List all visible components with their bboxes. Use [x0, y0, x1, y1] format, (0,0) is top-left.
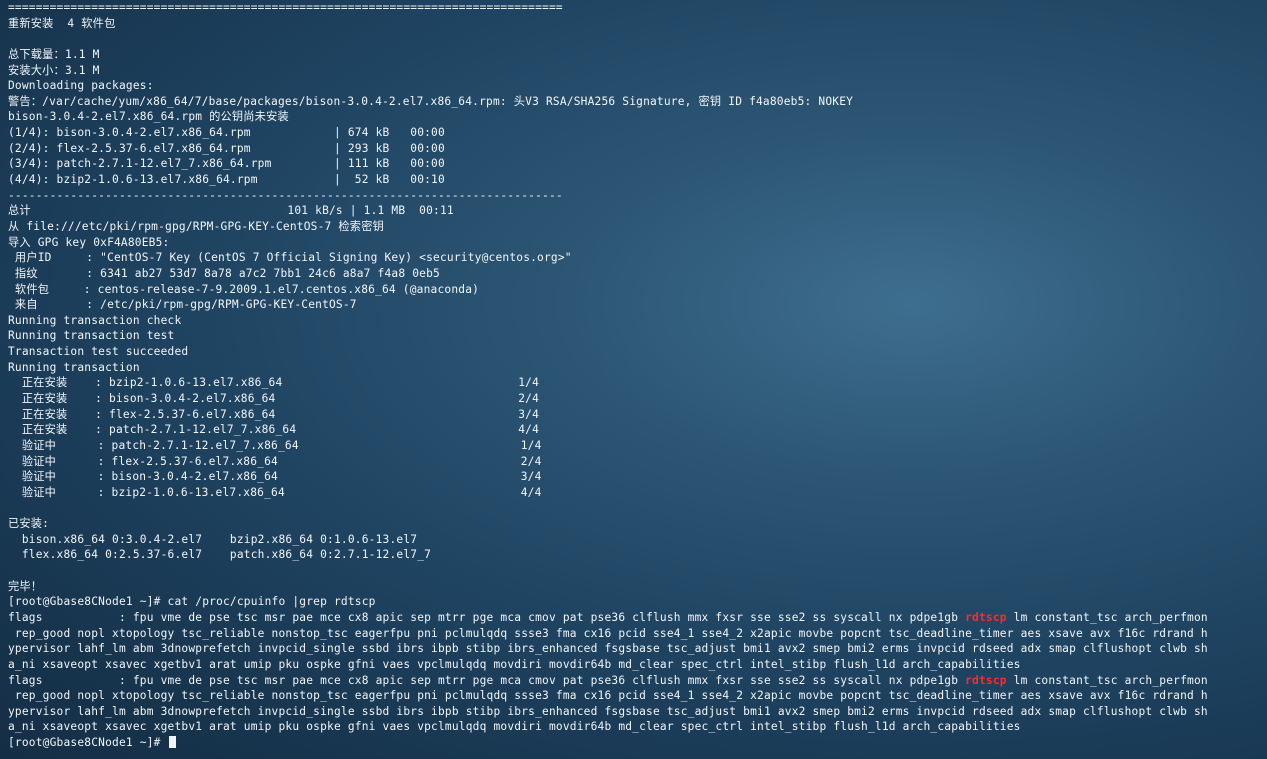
text-cursor — [168, 736, 176, 749]
terminal-line: a_ni xsaveopt xsavec xgetbv1 arat umip p… — [8, 720, 1021, 734]
terminal-line: a_ni xsaveopt xsavec xgetbv1 arat umip p… — [8, 657, 1021, 671]
terminal-line: 重新安装 4 软件包 — [8, 16, 116, 30]
terminal-line: (2/4): flex-2.5.37-6.el7.x86_64.rpm | 29… — [8, 141, 445, 155]
terminal-line: Transaction test succeeded — [8, 345, 189, 359]
terminal-line: [root@Gbase8CNode1 ~]# cat /proc/cpuinfo… — [8, 595, 376, 609]
terminal-line: Running transaction test — [8, 329, 175, 343]
terminal-line: (1/4): bison-3.0.4-2.el7.x86_64.rpm | 67… — [8, 126, 445, 140]
terminal-line: 正在安装 : bison-3.0.4-2.el7.x86_64 2/4 — [8, 392, 540, 406]
terminal-line: 总计 101 kB/s | 1.1 MB 00:11 — [8, 204, 454, 218]
terminal-line: 验证中 : bzip2-1.0.6-13.el7.x86_64 4/4 — [8, 485, 542, 499]
terminal-line: 验证中 : patch-2.7.1-12.el7_7.x86_64 1/4 — [8, 438, 542, 452]
terminal-line: 来自 : /etc/pki/rpm-gpg/RPM-GPG-KEY-CentOS… — [8, 298, 357, 312]
terminal-text: lm constant_tsc arch_perfmon — [1006, 610, 1208, 624]
prompt-text: [root@Gbase8CNode1 ~]# — [8, 736, 168, 750]
terminal-text: flags : fpu vme de pse tsc msr pae mce c… — [8, 610, 966, 624]
terminal-line: rep_good nopl xtopology tsc_reliable non… — [8, 689, 1208, 703]
terminal-line: 警告：/var/cache/yum/x86_64/7/base/packages… — [8, 94, 854, 108]
terminal-line: 完毕！ — [8, 579, 43, 593]
terminal-line: 总下载量：1.1 M — [8, 47, 100, 61]
terminal-line: 验证中 : flex-2.5.37-6.el7.x86_64 2/4 — [8, 454, 542, 468]
terminal-line: Running transaction check — [8, 313, 182, 327]
terminal-line: flags : fpu vme de pse tsc msr pae mce c… — [8, 673, 1267, 689]
terminal-line: (3/4): patch-2.7.1-12.el7_7.x86_64.rpm |… — [8, 157, 445, 171]
terminal-line: ========================================… — [8, 1, 563, 14]
terminal-line: 指纹 : 6341 ab27 53d7 8a78 a7c2 7bb1 24c6 … — [8, 266, 440, 280]
terminal-line: 从 file:///etc/pki/rpm-gpg/RPM-GPG-KEY-Ce… — [8, 219, 384, 233]
terminal-line: ypervisor lahf_lm abm 3dnowprefetch invp… — [8, 704, 1208, 718]
terminal-line: 正在安装 : bzip2-1.0.6-13.el7.x86_64 1/4 — [8, 376, 540, 390]
terminal-line: flex.x86_64 0:2.5.37-6.el7 patch.x86_64 … — [8, 548, 432, 562]
terminal-line: 正在安装 : patch-2.7.1-12.el7_7.x86_64 4/4 — [8, 423, 540, 437]
terminal-line: rep_good nopl xtopology tsc_reliable non… — [8, 626, 1208, 640]
terminal-line: bison.x86_64 0:3.0.4-2.el7 bzip2.x86_64 … — [8, 532, 418, 546]
terminal-line: ypervisor lahf_lm abm 3dnowprefetch invp… — [8, 642, 1208, 656]
terminal-line: flags : fpu vme de pse tsc msr pae mce c… — [8, 610, 1267, 626]
terminal-line: 软件包 : centos-release-7-9.2009.1.el7.cent… — [8, 282, 480, 296]
terminal-line: (4/4): bzip2-1.0.6-13.el7.x86_64.rpm | 5… — [8, 173, 445, 187]
terminal-line: 用户ID : "CentOS-7 Key (CentOS 7 Official … — [8, 251, 572, 265]
terminal-line: bison-3.0.4-2.el7.x86_64.rpm 的公钥尚未安装 — [8, 110, 289, 124]
terminal-line: Running transaction — [8, 360, 140, 374]
command-prompt[interactable]: [root@Gbase8CNode1 ~]# — [8, 735, 1267, 751]
grep-match-highlight: rdtscp — [965, 610, 1007, 624]
terminal-line: 验证中 : bison-3.0.4-2.el7.x86_64 3/4 — [8, 470, 542, 484]
terminal-line: 正在安装 : flex-2.5.37-6.el7.x86_64 3/4 — [8, 407, 540, 421]
terminal-line: ----------------------------------------… — [8, 188, 563, 202]
grep-match-highlight: rdtscp — [965, 673, 1007, 687]
terminal-window[interactable]: ========================================… — [0, 0, 1267, 759]
terminal-text: flags : fpu vme de pse tsc msr pae mce c… — [8, 673, 966, 687]
terminal-line: Downloading packages: — [8, 79, 154, 93]
terminal-text: lm constant_tsc arch_perfmon — [1006, 673, 1208, 687]
terminal-line: 已安装: — [8, 517, 50, 531]
terminal-line: 安装大小：3.1 M — [8, 63, 100, 77]
terminal-line: 导入 GPG key 0xF4A80EB5: — [8, 235, 170, 249]
